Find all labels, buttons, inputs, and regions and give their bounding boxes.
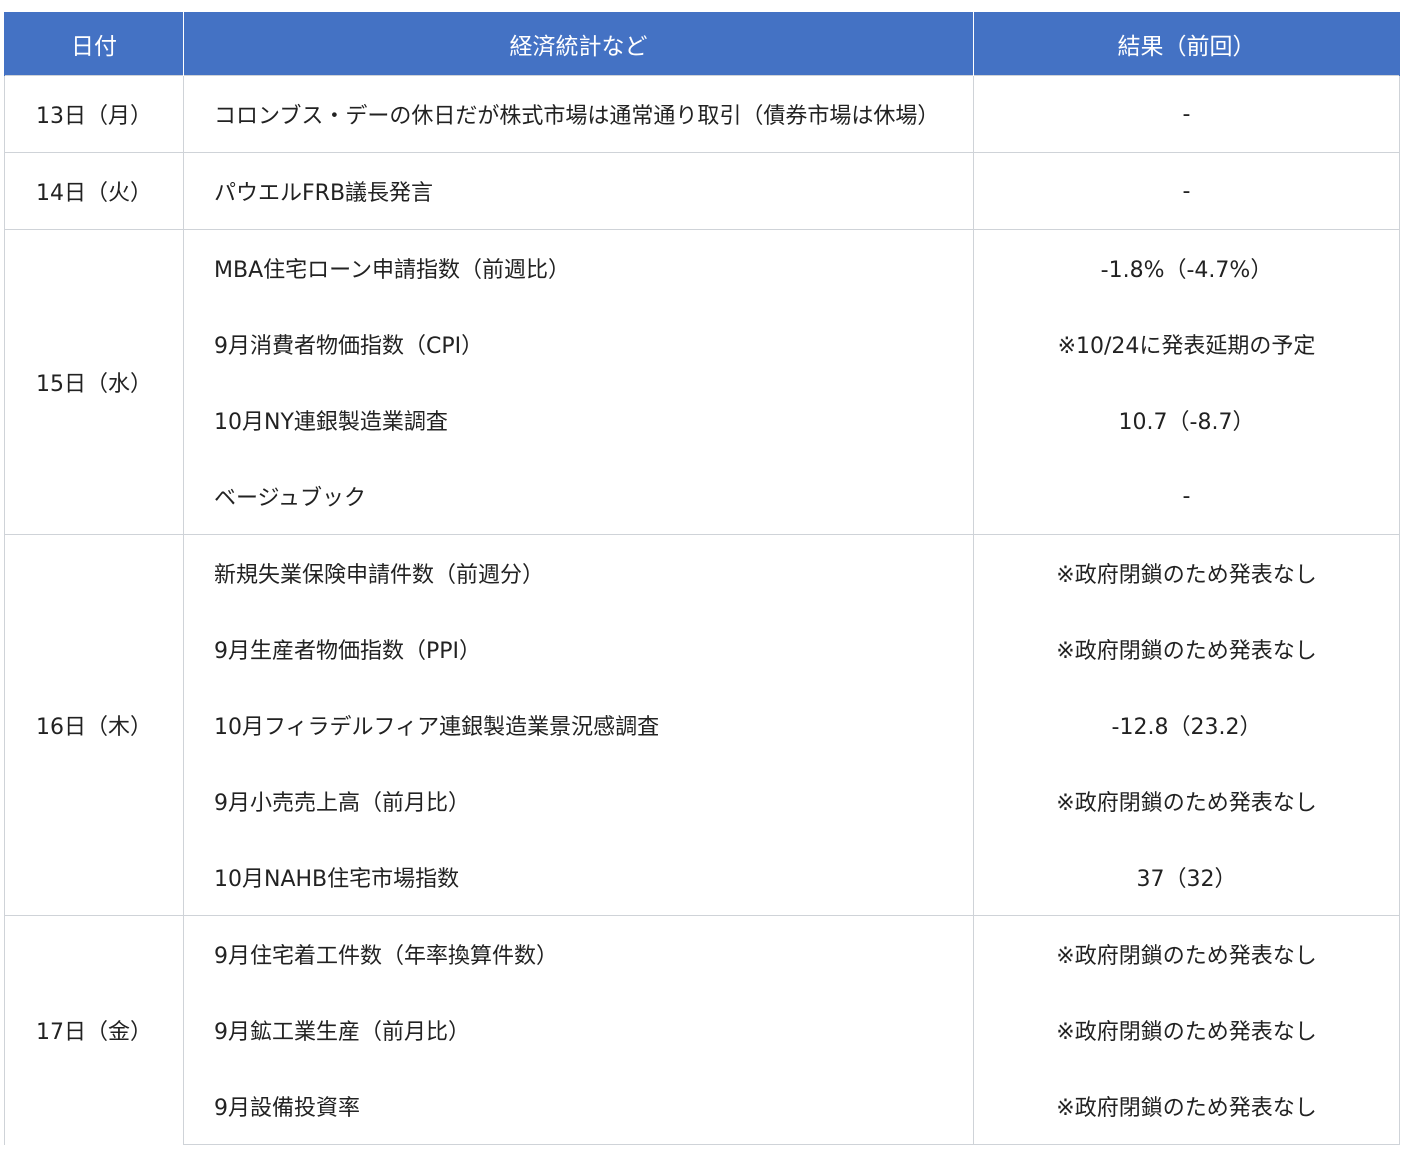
event-cell: 9月消費者物価指数（CPI） — [183, 306, 974, 382]
result-cell: - — [973, 152, 1400, 230]
table-row: 9月小売売上高（前月比） ※政府閉鎖のため発表なし — [5, 763, 1400, 839]
date-cell: 17日（金） — [4, 915, 184, 1145]
table-row: 9月鉱工業生産（前月比） ※政府閉鎖のため発表なし — [5, 992, 1400, 1068]
result-cell: ※政府閉鎖のため発表なし — [973, 1068, 1400, 1145]
event-cell: 10月NY連銀製造業調査 — [183, 382, 974, 458]
table-row: 9月設備投資率 ※政府閉鎖のため発表なし — [5, 1068, 1400, 1145]
header-date: 日付 — [4, 12, 184, 76]
economic-calendar-table: 日付 経済統計など 結果（前回） 13日（月） コロンブス・デーの休日だが株式市… — [4, 12, 1400, 1145]
event-cell: 10月フィラデルフィア連銀製造業景況感調査 — [183, 687, 974, 763]
result-cell: 10.7（-8.7） — [973, 382, 1400, 458]
event-cell: 9月鉱工業生産（前月比） — [183, 992, 974, 1068]
table-row: 10月フィラデルフィア連銀製造業景況感調査 -12.8（23.2） — [5, 687, 1400, 763]
header-row: 日付 経済統計など 結果（前回） — [4, 12, 1400, 76]
table-row: 9月生産者物価指数（PPI） ※政府閉鎖のため発表なし — [5, 611, 1400, 687]
date-cell: 13日（月） — [4, 75, 184, 153]
table-row: 10月NAHB住宅市場指数 37（32） — [5, 839, 1400, 916]
result-cell: 37（32） — [973, 839, 1400, 916]
table-row: 13日（月） コロンブス・デーの休日だが株式市場は通常通り取引（債券市場は休場）… — [4, 75, 1400, 153]
event-cell: コロンブス・デーの休日だが株式市場は通常通り取引（債券市場は休場） — [183, 75, 974, 153]
result-cell: -12.8（23.2） — [973, 687, 1400, 763]
result-cell: ※政府閉鎖のため発表なし — [973, 992, 1400, 1068]
header-result: 結果（前回） — [973, 12, 1400, 76]
result-cell: ※政府閉鎖のため発表なし — [973, 915, 1400, 992]
date-cell: 15日（水） — [4, 229, 184, 535]
table-header: 日付 経済統計など 結果（前回） — [4, 12, 1400, 76]
event-cell: 9月小売売上高（前月比） — [183, 763, 974, 839]
event-cell: 新規失業保険申請件数（前週分） — [183, 534, 974, 611]
event-cell: MBA住宅ローン申請指数（前週比） — [183, 229, 974, 306]
result-cell: -1.8%（-4.7%） — [973, 229, 1400, 306]
result-cell: - — [973, 458, 1400, 535]
table-row: 9月消費者物価指数（CPI） ※10/24に発表延期の予定 — [5, 306, 1400, 382]
event-cell: 9月住宅着工件数（年率換算件数） — [183, 915, 974, 992]
event-cell: 10月NAHB住宅市場指数 — [183, 839, 974, 916]
table-row: 17日（金） 9月住宅着工件数（年率換算件数） ※政府閉鎖のため発表なし — [4, 915, 1400, 1145]
table-row: ベージュブック - — [5, 458, 1400, 535]
event-cell: 9月設備投資率 — [183, 1068, 974, 1145]
result-cell: ※政府閉鎖のため発表なし — [973, 611, 1400, 687]
result-cell: ※10/24に発表延期の予定 — [973, 306, 1400, 382]
date-cell: 16日（木） — [4, 534, 184, 916]
table-row: 16日（木） 新規失業保険申請件数（前週分） ※政府閉鎖のため発表なし — [4, 534, 1400, 916]
table-row: 14日（火） パウエルFRB議長発言 - — [4, 152, 1400, 230]
table-row: 15日（水） MBA住宅ローン申請指数（前週比） -1.8%（-4.7%） — [4, 229, 1400, 535]
table-body: 13日（月） コロンブス・デーの休日だが株式市場は通常通り取引（債券市場は休場）… — [4, 75, 1400, 1145]
table-row: 10月NY連銀製造業調査 10.7（-8.7） — [5, 382, 1400, 458]
date-cell: 14日（火） — [4, 152, 184, 230]
result-cell: ※政府閉鎖のため発表なし — [973, 763, 1400, 839]
result-cell: - — [973, 75, 1400, 153]
result-cell: ※政府閉鎖のため発表なし — [973, 534, 1400, 611]
event-cell: 9月生産者物価指数（PPI） — [183, 611, 974, 687]
event-cell: パウエルFRB議長発言 — [183, 152, 974, 230]
header-event: 経済統計など — [183, 12, 974, 76]
event-cell: ベージュブック — [183, 458, 974, 535]
